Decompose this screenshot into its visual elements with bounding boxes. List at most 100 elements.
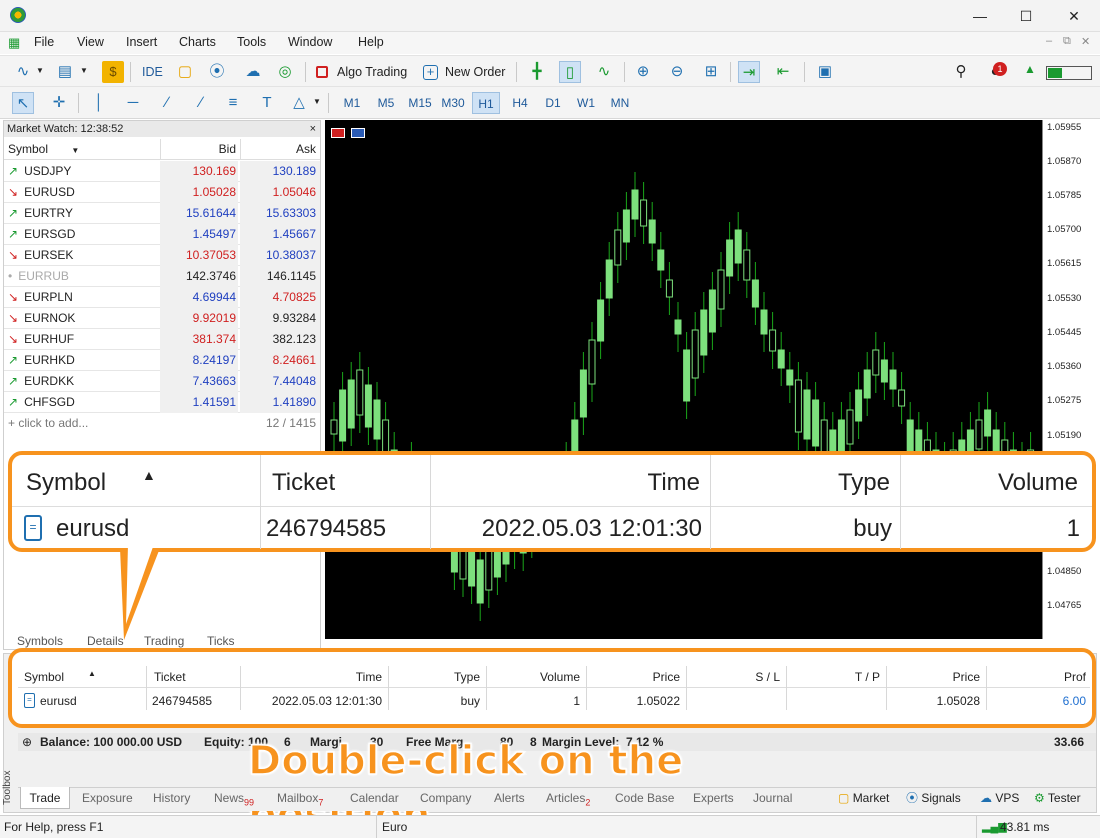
cursor-icon[interactable]: ↖ — [12, 92, 34, 114]
market-watch-row[interactable]: ↘ EURSEK 10.37053 10.38037 — [4, 245, 320, 266]
tab-journal[interactable]: Journal — [753, 787, 792, 809]
market-watch-row[interactable]: ↗ EURSGD 1.45497 1.45667 — [4, 224, 320, 245]
vps-globe-icon[interactable]: ◎ — [274, 61, 296, 83]
timeframe-m15[interactable]: M15 — [406, 92, 434, 114]
tab-mailbox[interactable]: Mailbox7 — [277, 787, 323, 809]
timeframe-m5[interactable]: M5 — [372, 92, 400, 114]
trade-header-price[interactable]: Price — [586, 670, 680, 684]
close-window-button[interactable]: ✕ — [1054, 4, 1094, 28]
dollar-icon[interactable]: $ — [102, 61, 124, 83]
cloud-icon[interactable]: ☁ — [242, 61, 264, 83]
chevron-down-icon[interactable]: ▼ — [36, 66, 44, 75]
market-watch-row[interactable]: ↘ EURHUF 381.374 382.123 — [4, 329, 320, 350]
tab-trade[interactable]: Trade — [20, 787, 70, 809]
timeframe-d1[interactable]: D1 — [539, 92, 567, 114]
child-minimize-icon[interactable]: – — [1046, 35, 1052, 47]
trade-header-symbol[interactable]: Symbol — [24, 670, 64, 684]
tab-experts[interactable]: Experts — [693, 787, 734, 809]
tab-history[interactable]: History — [153, 787, 190, 809]
tab-exposure[interactable]: Exposure — [82, 787, 133, 809]
timeframe-m1[interactable]: M1 — [338, 92, 366, 114]
trade-header-time[interactable]: Time — [240, 670, 382, 684]
market-watch-row[interactable]: ↘ EURUSD 1.05028 1.05046 — [4, 182, 320, 203]
bar-chart-icon[interactable]: ╋ — [526, 61, 548, 83]
shopping-bag-icon[interactable]: ▢ — [174, 61, 196, 83]
minimize-button[interactable]: — — [960, 4, 1000, 28]
menu-window[interactable]: Window — [288, 35, 332, 49]
market-watch-row[interactable]: ↗ CHFSGD 1.41591 1.41890 — [4, 392, 320, 413]
menu-tools[interactable]: Tools — [237, 35, 266, 49]
add-symbol-link[interactable]: + click to add... — [8, 413, 158, 434]
tab-news[interactable]: News99 — [214, 787, 254, 809]
chart-template-icon[interactable]: ▤ — [54, 61, 76, 83]
algo-trading-button[interactable]: Algo Trading — [337, 60, 407, 84]
column-header-symbol[interactable]: Symbol ▼ — [8, 139, 158, 161]
child-close-icon[interactable]: ✕ — [1081, 35, 1090, 48]
tab-tester[interactable]: ⚙ Tester — [1034, 787, 1081, 809]
signal-broadcast-icon[interactable]: ⦿ — [206, 61, 228, 83]
menu-file[interactable]: File — [34, 35, 54, 49]
trade-header-volume[interactable]: Volume — [486, 670, 580, 684]
close-icon[interactable]: × — [310, 121, 316, 137]
market-watch-row[interactable]: ↗ EURHKD 8.24197 8.24661 — [4, 350, 320, 371]
menu-charts[interactable]: Charts — [179, 35, 216, 49]
chart-shift-icon[interactable]: ⇤ — [772, 61, 794, 83]
tab-calendar[interactable]: Calendar — [350, 787, 399, 809]
zoom-position-row[interactable]: = eurusd 246794585 2022.05.03 12:01:30 b… — [12, 507, 1092, 549]
chevron-down-icon[interactable]: ▼ — [80, 66, 88, 75]
channel-icon[interactable]: ∕ — [190, 92, 212, 114]
price-chart[interactable] — [325, 120, 1042, 639]
text-tool-icon[interactable]: T — [256, 92, 278, 114]
trade-position-row[interactable]: = eurusd 246794585 2022.05.03 12:01:30 b… — [18, 690, 1090, 712]
crosshair-icon[interactable]: ✛ — [48, 92, 70, 114]
search-icon[interactable]: ⚲ — [950, 61, 972, 83]
zoom-out-icon[interactable]: ⊖ — [666, 61, 688, 83]
screenshot-camera-icon[interactable]: ▣ — [814, 61, 836, 83]
trade-header-tp[interactable]: T / P — [786, 670, 880, 684]
trendline-icon[interactable]: ∕ — [156, 92, 178, 114]
tab-signals[interactable]: ⦿ Signals — [906, 787, 961, 809]
collapse-icon[interactable]: ⊕ — [22, 733, 32, 751]
vertical-line-icon[interactable]: │ — [88, 92, 110, 114]
timeframe-h4[interactable]: H4 — [506, 92, 534, 114]
menu-help[interactable]: Help — [358, 35, 384, 49]
menu-view[interactable]: View — [77, 35, 104, 49]
tab-company[interactable]: Company — [420, 787, 471, 809]
timeframe-h1[interactable]: H1 — [472, 92, 500, 114]
trade-header-price2[interactable]: Price — [886, 670, 980, 684]
ide-button[interactable]: IDE — [142, 60, 163, 84]
market-watch-row[interactable]: ↘ EURPLN 4.69944 4.70825 — [4, 287, 320, 308]
horizontal-line-icon[interactable]: ─ — [122, 92, 144, 114]
timeframe-mn[interactable]: MN — [606, 92, 634, 114]
market-watch-row[interactable]: • EURRUB 142.3746 146.1145 — [4, 266, 320, 287]
tab-alerts[interactable]: Alerts — [494, 787, 525, 809]
market-watch-row[interactable]: ↘ EURNOK 9.92019 9.93284 — [4, 308, 320, 329]
timeframe-w1[interactable]: W1 — [572, 92, 600, 114]
menu-insert[interactable]: Insert — [126, 35, 157, 49]
trade-header-type[interactable]: Type — [388, 670, 480, 684]
tab-ticks[interactable]: Ticks — [207, 634, 235, 648]
trade-header-profit[interactable]: Prof — [986, 670, 1086, 684]
tab-market[interactable]: ▢ Market — [838, 787, 889, 809]
shapes-icon[interactable]: △ — [288, 92, 310, 114]
fibonacci-icon[interactable]: ≡ — [222, 92, 244, 114]
market-watch-row[interactable]: ↗ EURDKK 7.43663 7.44048 — [4, 371, 320, 392]
trade-header-sl[interactable]: S / L — [686, 670, 780, 684]
trade-header-ticket[interactable]: Ticket — [154, 670, 186, 684]
line-chart-icon[interactable]: ∿ — [12, 61, 34, 83]
tab-code-base[interactable]: Code Base — [615, 787, 674, 809]
zoom-in-icon[interactable]: ⊕ — [632, 61, 654, 83]
market-watch-row[interactable]: ↗ EURTRY 15.61644 15.63303 — [4, 203, 320, 224]
timeframe-m30[interactable]: M30 — [439, 92, 467, 114]
tab-symbols[interactable]: Symbols — [17, 634, 63, 648]
candlestick-chart-icon[interactable]: ▯ — [559, 61, 581, 83]
tab-articles[interactable]: Articles2 — [546, 787, 590, 809]
chevron-down-icon[interactable]: ▼ — [313, 97, 321, 106]
line-mode-icon[interactable]: ∿ — [593, 61, 615, 83]
auto-scroll-icon[interactable]: ⇥ — [738, 61, 760, 83]
toolbox-label[interactable]: Toolbox — [2, 764, 16, 812]
add-symbol-row[interactable]: + click to add... 12 / 1415 — [4, 413, 320, 434]
tile-windows-icon[interactable]: ⊞ — [700, 61, 722, 83]
tab-vps[interactable]: ☁ VPS — [980, 787, 1019, 809]
child-restore-icon[interactable]: ⧉ — [1063, 35, 1071, 48]
